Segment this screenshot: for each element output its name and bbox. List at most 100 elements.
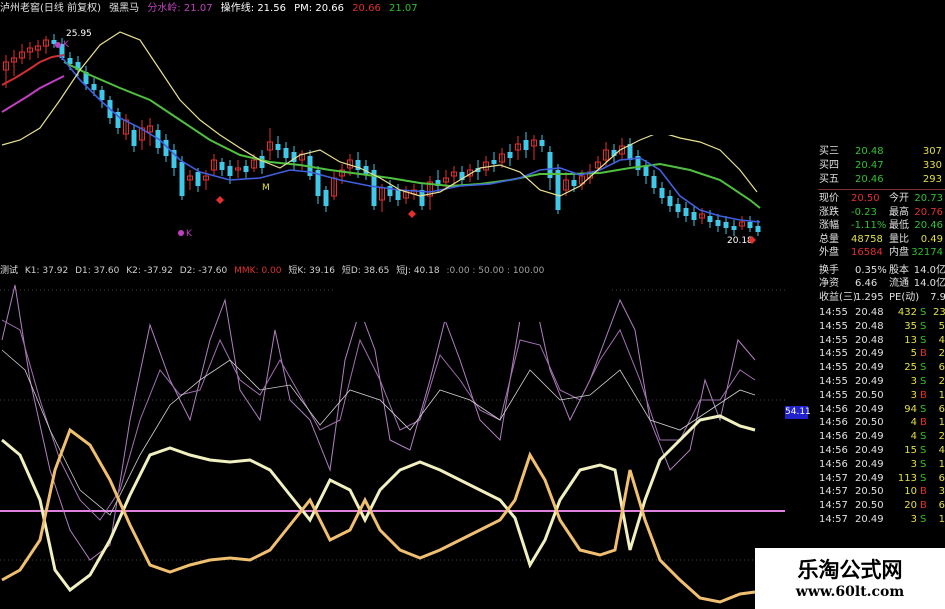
tick-time: 14:56 — [819, 403, 848, 415]
tick-row: 14:55 20.49 3 S 2 — [785, 376, 945, 388]
candle-body — [731, 226, 737, 230]
stock-title: 泸州老窖(日线 前复权) — [0, 3, 101, 14]
tick-price: 20.49 — [855, 362, 884, 374]
stat-label: 流通 — [889, 278, 909, 289]
stat-value: 48758 — [851, 233, 883, 245]
tick-volume: 432 — [897, 307, 917, 318]
tick-volume: 3 — [910, 514, 917, 525]
tick-volume: 25 — [904, 362, 917, 374]
quote-stat-row: 现价 20.50 今开 20.73 — [785, 193, 945, 205]
order-separator — [818, 189, 945, 190]
stat-value: 32174 — [911, 247, 943, 258]
order-volume: 307 — [922, 146, 942, 157]
tick-side: B — [920, 417, 927, 429]
stat-value: -1.11% — [851, 220, 887, 231]
tick-time: 14:56 — [819, 431, 848, 443]
order-volume: 293 — [922, 174, 942, 185]
tick-price: 20.49 — [855, 514, 884, 525]
quote-stat-row: 换手 0.35% 股本 14.0亿 — [785, 265, 945, 277]
tick-count: 1 — [938, 389, 945, 401]
tick-count: 6 — [938, 362, 945, 374]
tick-time: 14:57 — [819, 500, 848, 512]
tick-count: 3 — [938, 486, 945, 498]
candle-body — [283, 148, 289, 158]
quote-stat-row: 净资 6.46 流通 14.0亿 — [785, 278, 945, 290]
candle-body — [651, 176, 657, 188]
quote-stat-row: 涨幅 -1.11% 最低 20.46 — [785, 220, 945, 232]
tick-side: B — [920, 486, 927, 498]
stat-value: 6.46 — [855, 278, 878, 289]
tick-side: S — [920, 431, 927, 443]
tick-row: 14:56 20.49 3 S 1 — [785, 459, 945, 471]
tick-side: S — [920, 320, 927, 332]
candle-body — [675, 204, 681, 212]
order-price: 20.46 — [855, 174, 884, 185]
tick-row: 14:55 20.48 432 S 23 — [785, 307, 945, 319]
tick-price: 20.49 — [855, 472, 884, 484]
tick-volume: 4 — [910, 417, 917, 429]
tick-time: 14:55 — [819, 334, 848, 346]
stat-label: 收益(三) — [819, 291, 857, 303]
tick-time: 14:57 — [819, 486, 848, 498]
stat-value: 14.0亿 — [913, 264, 945, 276]
candle-body — [691, 212, 697, 220]
k-marker-bottom-icon — [178, 230, 184, 236]
candle-body — [747, 222, 753, 228]
candle-body — [667, 196, 673, 206]
tick-count: 23 — [933, 307, 945, 318]
tick-row: 14:57 20.49 113 S 6 — [785, 473, 945, 485]
tick-time: 14:55 — [819, 389, 848, 401]
stat-value: -0.23 — [851, 206, 877, 218]
candle-body — [323, 190, 329, 206]
tick-side: S — [920, 445, 927, 456]
tick-price: 20.48 — [855, 334, 884, 346]
tick-volume: 113 — [897, 472, 917, 484]
stat-value: 0.49 — [920, 233, 943, 245]
site-watermark: 乐淘公式网 www.60lt.com — [755, 548, 945, 609]
tick-side: B — [920, 500, 927, 512]
tick-side: S — [920, 458, 927, 470]
stat-value: 0.35% — [855, 264, 887, 276]
stat-value: 20.50 — [851, 193, 880, 204]
tick-count: 6 — [938, 500, 945, 512]
tick-time: 14:57 — [819, 514, 848, 525]
tick-price: 20.49 — [855, 403, 884, 415]
k-marker-icon — [55, 42, 61, 48]
tick-volume: 3 — [910, 458, 917, 470]
tick-count: 2 — [938, 431, 945, 443]
stat-label: 股本 — [889, 264, 909, 276]
tick-price: 20.49 — [855, 376, 884, 387]
tick-row: 14:56 20.49 94 S 6 — [785, 404, 945, 416]
short-kd-cream-line — [1, 414, 756, 593]
order-volume: 330 — [922, 160, 942, 171]
candle-body — [683, 208, 689, 216]
tick-time: 14:55 — [819, 320, 848, 332]
order-price: 20.47 — [855, 160, 884, 171]
tick-price: 20.48 — [855, 320, 884, 332]
order-book-row: 买五 20.46 293 — [785, 174, 945, 186]
tick-row: 14:55 20.48 35 S 5 — [785, 321, 945, 333]
tick-row: 14:55 20.49 5 B 2 — [785, 348, 945, 360]
tick-price: 20.49 — [855, 458, 884, 470]
indicator-name: 强黑马 — [109, 3, 140, 14]
candle-body — [539, 140, 545, 146]
high-price-label: 25.95 — [66, 29, 92, 39]
tick-price: 20.48 — [855, 307, 884, 318]
tick-side: B — [920, 348, 927, 360]
candle-body — [395, 190, 401, 200]
tick-time: 14:55 — [819, 307, 848, 318]
tick-price: 20.49 — [855, 445, 884, 456]
tick-time: 14:55 — [819, 376, 848, 387]
stat-value: 7.9 — [930, 291, 945, 303]
tick-price: 20.49 — [855, 431, 884, 443]
k-label-2: K — [186, 229, 193, 239]
watermark-url: www.60lt.com — [795, 584, 905, 600]
tick-time: 14:56 — [819, 458, 848, 470]
tick-time: 14:55 — [819, 348, 848, 360]
candle-body — [507, 152, 513, 158]
tick-count: 6 — [938, 403, 945, 415]
stat-value: 20.73 — [914, 193, 943, 204]
candle-body — [419, 190, 425, 206]
fenshui-value: 21.07 — [183, 3, 213, 14]
k-label-1: K — [63, 40, 70, 50]
